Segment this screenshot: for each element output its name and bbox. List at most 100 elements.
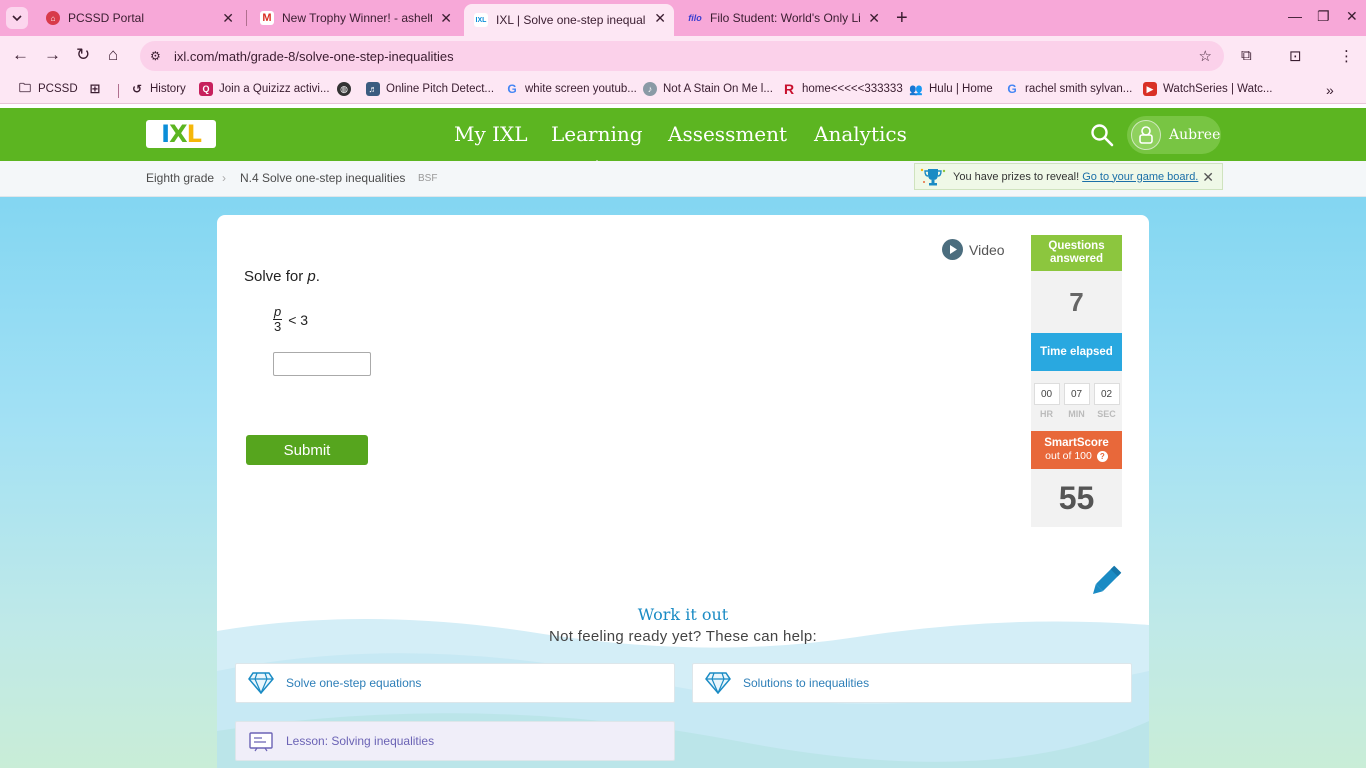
bookmark-pitch[interactable]: ♬ Online Pitch Detect... bbox=[366, 82, 494, 96]
close-tab-icon[interactable]: ✕ bbox=[222, 10, 234, 27]
time-elapsed-label: Time elapsed bbox=[1031, 333, 1122, 371]
bookmark-label: PCSSD bbox=[38, 83, 78, 95]
tab-ixl[interactable]: IXL IXL | Solve one-step inequalitie ✕ bbox=[464, 4, 674, 36]
resource-lesson-solving-inequalities[interactable]: Lesson: Solving inequalities bbox=[235, 721, 675, 761]
bookmark-history[interactable]: ↺ History bbox=[130, 82, 186, 96]
breadcrumb: Eighth grade › N.4 Solve one-step inequa… bbox=[0, 161, 1366, 197]
url-text[interactable]: ixl.com/math/grade-8/solve-one-step-ineq… bbox=[174, 49, 454, 64]
fraction: p 3 bbox=[273, 304, 283, 334]
tab-divider bbox=[246, 10, 247, 26]
nav-my-ixl[interactable]: My IXL bbox=[454, 122, 528, 146]
bookmark-quizizz[interactable]: Q Join a Quizizz activi... bbox=[199, 82, 330, 96]
resource-label: Solutions to inequalities bbox=[743, 676, 870, 690]
prompt-variable: p bbox=[307, 268, 316, 285]
inequality: p 3 < 3 bbox=[273, 305, 308, 334]
bookmark-home[interactable]: R home<<<<<333333 bbox=[782, 81, 903, 97]
bookmark-label: white screen youtub... bbox=[525, 83, 637, 95]
browser-toolbar: ← → ↻ ⌂ ⚙ ixl.com/math/grade-8/solve-one… bbox=[0, 36, 1366, 76]
chevron-right-icon: › bbox=[222, 171, 226, 185]
close-window-icon[interactable]: ✕ bbox=[1346, 8, 1358, 25]
back-arrow-icon[interactable]: ← bbox=[12, 45, 29, 65]
nav-analytics[interactable]: Analytics bbox=[814, 122, 907, 146]
bookmark-label: home<<<<<333333 bbox=[802, 83, 903, 95]
smartscore-sublabel: out of 100 bbox=[1045, 450, 1092, 462]
close-tab-icon[interactable]: ✕ bbox=[654, 10, 666, 27]
bookmark-label: rachel smith sylvan... bbox=[1025, 83, 1133, 95]
minutes-unit: MIN bbox=[1068, 409, 1085, 419]
close-tab-icon[interactable]: ✕ bbox=[868, 10, 880, 27]
bookmark-label: WatchSeries | Watc... bbox=[1163, 83, 1273, 95]
game-board-link[interactable]: Go to your game board. bbox=[1082, 171, 1198, 183]
reload-icon[interactable]: ↻ bbox=[76, 45, 90, 65]
resource-label: Solve one-step equations bbox=[286, 676, 422, 690]
home-icon[interactable]: ⌂ bbox=[108, 45, 118, 65]
search-icon[interactable] bbox=[1090, 123, 1114, 147]
tab-strip: ⌂ PCSSD Portal ✕ M New Trophy Winner! - … bbox=[0, 0, 1366, 36]
minimize-icon[interactable]: — bbox=[1288, 8, 1302, 24]
inequality-relation: < 3 bbox=[288, 311, 309, 328]
bookmark-watchseries[interactable]: ▶ WatchSeries | Watc... bbox=[1143, 82, 1273, 96]
breadcrumb-grade[interactable]: Eighth grade bbox=[146, 171, 214, 185]
apps-grid-icon: ⊞ bbox=[89, 81, 101, 96]
user-lock-icon bbox=[1139, 126, 1153, 144]
screenshot-icon[interactable]: ⊡ bbox=[1289, 47, 1302, 65]
bookmark-globe[interactable]: ◍ bbox=[337, 82, 357, 96]
ixl-logo[interactable]: IXL bbox=[146, 120, 216, 148]
address-bar[interactable]: ⚙ ixl.com/math/grade-8/solve-one-step-in… bbox=[140, 41, 1224, 71]
bookmark-rachel-smith[interactable]: G rachel smith sylvan... bbox=[1005, 82, 1132, 96]
fraction-denominator: 3 bbox=[274, 319, 282, 334]
close-tab-icon[interactable]: ✕ bbox=[440, 10, 452, 27]
new-tab-button[interactable]: + bbox=[896, 8, 908, 28]
bookmark-not-a-stain[interactable]: ♪ Not A Stain On Me l... bbox=[643, 82, 773, 96]
practice-card: Video Solve for p. p 3 < 3 Submit Questi… bbox=[217, 215, 1149, 768]
lesson-board-icon bbox=[249, 732, 273, 752]
google-icon: G bbox=[507, 82, 517, 96]
nav-learning[interactable]: Learning bbox=[551, 122, 643, 167]
restore-icon[interactable]: ❐ bbox=[1317, 8, 1330, 25]
bookmark-hulu[interactable]: 👥 Hulu | Home bbox=[909, 82, 993, 96]
tab-title: New Trophy Winner! - ashelton bbox=[282, 11, 432, 25]
prompt-text: Solve for bbox=[244, 268, 308, 285]
close-icon[interactable]: ✕ bbox=[1202, 169, 1214, 186]
fraction-numerator: p bbox=[273, 304, 283, 320]
bookmark-label: Online Pitch Detect... bbox=[386, 83, 495, 95]
submit-button[interactable]: Submit bbox=[246, 435, 368, 465]
prompt-punct: . bbox=[315, 268, 320, 285]
extensions-icon[interactable]: ⧉ bbox=[1241, 47, 1252, 64]
menu-kebab-icon[interactable]: ⋮ bbox=[1339, 47, 1354, 65]
user-menu[interactable]: Aubree bbox=[1127, 116, 1221, 154]
user-name: Aubree bbox=[1169, 127, 1221, 143]
tab-title: Filo Student: World's Only Live bbox=[710, 11, 860, 25]
bookmark-label: Hulu | Home bbox=[929, 83, 993, 95]
filo-favicon-icon: filo bbox=[688, 13, 702, 23]
tab-search-button[interactable] bbox=[6, 7, 28, 29]
resource-solutions-to-inequalities[interactable]: Solutions to inequalities bbox=[692, 663, 1132, 703]
bookmark-star-icon[interactable]: ☆ bbox=[1199, 47, 1212, 65]
tab-gmail[interactable]: M New Trophy Winner! - ashelton ✕ bbox=[250, 4, 460, 32]
nav-assessment[interactable]: Assessment bbox=[668, 122, 787, 146]
smartscore-label: SmartScore bbox=[1044, 437, 1109, 449]
answer-input[interactable] bbox=[273, 352, 371, 376]
bookmark-divider bbox=[118, 84, 119, 98]
video-label: Video bbox=[969, 241, 1005, 258]
forward-arrow-icon[interactable]: → bbox=[44, 45, 61, 65]
bookmark-pcssd[interactable]: 🗀 PCSSD bbox=[18, 81, 78, 96]
globe-icon: ◍ bbox=[337, 82, 351, 96]
resource-solve-one-step-equations[interactable]: Solve one-step equations bbox=[235, 663, 675, 703]
chevron-down-icon bbox=[12, 15, 22, 22]
diamond-icon bbox=[248, 672, 274, 694]
pencil-icon[interactable] bbox=[1085, 562, 1125, 602]
time-elapsed-panel: 00 07 02 HR MIN SEC bbox=[1031, 371, 1122, 431]
play-icon bbox=[942, 239, 963, 260]
more-bookmarks-icon[interactable]: » bbox=[1326, 82, 1334, 98]
questions-answered-label: Questions answered bbox=[1031, 235, 1122, 271]
video-button[interactable]: Video bbox=[942, 239, 1005, 260]
tab-filo[interactable]: filo Filo Student: World's Only Live ✕ bbox=[678, 4, 888, 32]
bookmark-white-screen[interactable]: G white screen youtub... bbox=[505, 82, 637, 96]
tab-pcssd[interactable]: ⌂ PCSSD Portal ✕ bbox=[36, 4, 242, 32]
help-icon[interactable]: ? bbox=[1096, 451, 1108, 462]
ixl-favicon-icon: IXL bbox=[474, 13, 488, 27]
site-info-icon[interactable]: ⚙ bbox=[150, 49, 164, 63]
time-seconds: 02 bbox=[1093, 383, 1120, 405]
bookmark-apps[interactable]: ⊞ bbox=[88, 81, 108, 96]
